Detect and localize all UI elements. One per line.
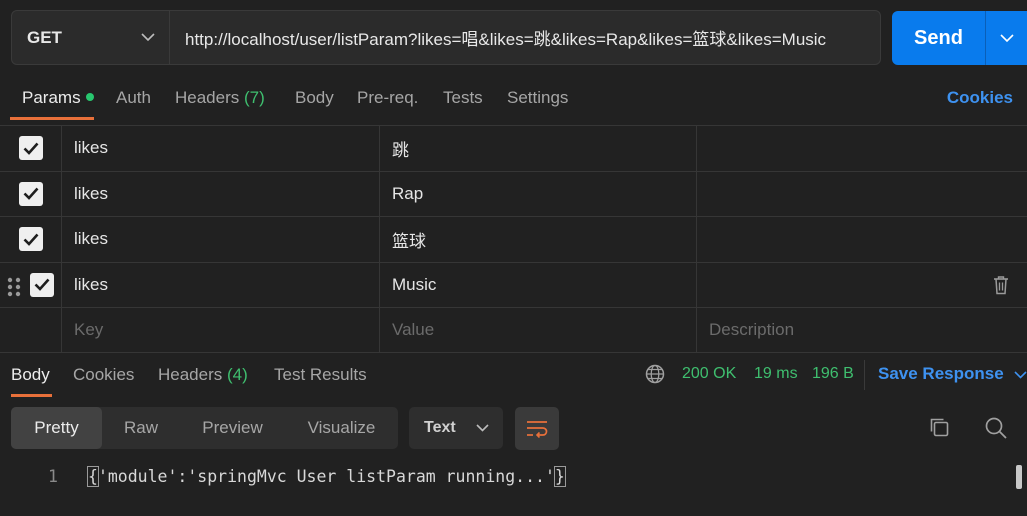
param-row: likes Music bbox=[0, 261, 1027, 308]
checkmark-icon bbox=[34, 278, 50, 292]
param-check-cell bbox=[0, 262, 62, 307]
url-input[interactable]: http://localhost/user/listParam?likes=唱&… bbox=[170, 11, 880, 64]
param-row: likes Rap bbox=[0, 170, 1027, 217]
chevron-down-icon bbox=[141, 33, 155, 42]
view-pretty[interactable]: Pretty bbox=[11, 407, 102, 449]
chevron-down-icon bbox=[1014, 370, 1027, 379]
active-tab-indicator bbox=[10, 117, 94, 120]
tab-body[interactable]: Body bbox=[295, 88, 334, 108]
divider bbox=[864, 360, 865, 390]
param-check-cell bbox=[0, 217, 62, 262]
param-key[interactable]: likes bbox=[62, 262, 380, 307]
param-value[interactable]: 跳 bbox=[380, 126, 697, 171]
checkmark-icon bbox=[23, 187, 38, 201]
tab-response-cookies[interactable]: Cookies bbox=[73, 365, 134, 385]
method-label: GET bbox=[27, 27, 62, 47]
request-tabs: Params Auth Headers (7) Body Pre-req. Te… bbox=[0, 76, 1027, 122]
method-select[interactable]: GET bbox=[12, 11, 170, 64]
save-response-label: Save Response bbox=[878, 364, 1004, 383]
format-select[interactable]: Text bbox=[409, 407, 503, 449]
cookies-link[interactable]: Cookies bbox=[947, 88, 1013, 108]
key-input[interactable]: Key bbox=[62, 308, 380, 352]
param-row-empty: Key Value Description bbox=[0, 307, 1027, 353]
response-body-line: {'module':'springMvc User listParam runn… bbox=[87, 466, 566, 487]
param-row: likes 篮球 bbox=[0, 216, 1027, 262]
view-visualize[interactable]: Visualize bbox=[285, 407, 398, 449]
param-description[interactable] bbox=[697, 263, 1027, 308]
checkmark-icon bbox=[23, 233, 38, 246]
status-code[interactable]: 200 OK bbox=[682, 365, 736, 383]
tab-test-results[interactable]: Test Results bbox=[274, 365, 367, 385]
tab-response-headers-label: Headers bbox=[158, 365, 223, 384]
checkmark-icon bbox=[23, 142, 38, 155]
param-value[interactable]: Rap bbox=[380, 171, 697, 216]
param-row: likes 跳 bbox=[0, 125, 1027, 171]
param-value[interactable]: 篮球 bbox=[380, 217, 697, 262]
value-input[interactable]: Value bbox=[380, 308, 697, 352]
chevron-down-icon bbox=[999, 33, 1014, 42]
tab-response-headers[interactable]: Headers (4) bbox=[158, 365, 248, 385]
tab-params-label: Params bbox=[22, 88, 81, 107]
chevron-down-icon bbox=[476, 424, 489, 432]
param-checkbox[interactable] bbox=[18, 136, 43, 161]
format-label: Text bbox=[424, 419, 456, 436]
param-key[interactable]: likes bbox=[62, 126, 380, 171]
send-options-button[interactable] bbox=[986, 11, 1027, 65]
wrap-lines-icon bbox=[527, 420, 548, 438]
param-checkbox[interactable] bbox=[30, 272, 54, 297]
param-checkbox[interactable] bbox=[18, 181, 43, 206]
params-table: likes 跳 likes Rap likes 篮球 likes Music K… bbox=[0, 125, 1027, 353]
request-bar: GET http://localhost/user/listParam?like… bbox=[11, 10, 881, 65]
tab-tests[interactable]: Tests bbox=[443, 88, 483, 108]
param-checkbox[interactable] bbox=[18, 227, 43, 252]
scrollbar[interactable] bbox=[1016, 465, 1022, 489]
tab-prereq[interactable]: Pre-req. bbox=[357, 88, 418, 108]
param-check-cell bbox=[0, 171, 62, 216]
send-button[interactable]: Send bbox=[892, 11, 986, 65]
globe-icon[interactable] bbox=[645, 364, 665, 384]
param-check-cell bbox=[0, 126, 62, 171]
response-tabs: Body Cookies Headers (4) Test Results 20… bbox=[0, 352, 1027, 397]
active-tab-indicator bbox=[11, 394, 52, 397]
param-description[interactable] bbox=[697, 172, 1027, 217]
param-description[interactable] bbox=[697, 217, 1027, 262]
save-response-button[interactable]: Save Response bbox=[878, 364, 1027, 384]
description-input[interactable]: Description bbox=[697, 308, 1027, 352]
headers-count: (7) bbox=[244, 88, 265, 107]
param-value[interactable]: Music bbox=[380, 262, 697, 307]
view-preview[interactable]: Preview bbox=[180, 407, 285, 449]
tab-headers-label: Headers bbox=[175, 88, 240, 107]
view-mode-group: Pretty Raw Preview Visualize bbox=[11, 407, 398, 449]
brace-close: } bbox=[553, 466, 566, 487]
search-icon[interactable] bbox=[984, 416, 1008, 440]
response-headers-count: (4) bbox=[227, 365, 248, 384]
brace-open: { bbox=[87, 466, 99, 487]
copy-icon[interactable] bbox=[928, 416, 950, 438]
tab-params[interactable]: Params bbox=[22, 88, 94, 108]
wrap-lines-button[interactable] bbox=[515, 407, 559, 450]
tab-auth[interactable]: Auth bbox=[116, 88, 151, 108]
response-body-editor[interactable]: 1 {'module':'springMvc User listParam ru… bbox=[0, 462, 1027, 492]
response-body-text: 'module':'springMvc User listParam runni… bbox=[97, 467, 555, 486]
param-key[interactable]: likes bbox=[62, 171, 380, 216]
tab-settings[interactable]: Settings bbox=[507, 88, 568, 108]
tab-response-body[interactable]: Body bbox=[11, 365, 50, 385]
line-number: 1 bbox=[48, 467, 58, 486]
response-time[interactable]: 19 ms bbox=[754, 365, 798, 383]
param-check-cell bbox=[0, 308, 62, 352]
trash-icon[interactable] bbox=[993, 275, 1009, 295]
param-key[interactable]: likes bbox=[62, 217, 380, 262]
response-size[interactable]: 196 B bbox=[812, 365, 854, 383]
params-active-dot bbox=[85, 92, 94, 101]
tab-headers[interactable]: Headers (7) bbox=[175, 88, 265, 108]
param-description[interactable] bbox=[697, 126, 1027, 171]
send-button-group: Send bbox=[892, 11, 1027, 65]
view-raw[interactable]: Raw bbox=[102, 407, 180, 449]
